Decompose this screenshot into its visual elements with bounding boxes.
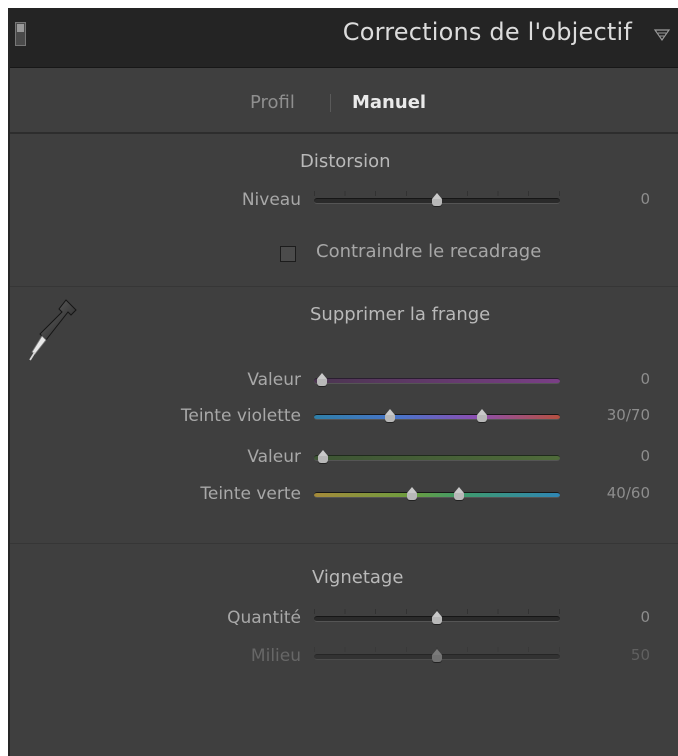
slider-label: Teinte violette <box>180 406 301 426</box>
slider-row-midpoint: Milieu 50 <box>10 646 678 668</box>
slider-thumb-high[interactable] <box>475 409 489 423</box>
slider-row-purple-hue: Teinte violette 30/70 <box>10 406 678 428</box>
panel-title: Corrections de l'objectif <box>342 18 632 46</box>
slider-label: Niveau <box>241 190 301 210</box>
section-divider <box>10 286 678 287</box>
section-title-distortion: Distorsion <box>300 151 391 172</box>
constrain-crop-label: Contraindre le recadrage <box>316 241 542 262</box>
slider-label: Valeur <box>247 447 301 467</box>
slider-row-purple-amount: Valeur 0 <box>10 370 678 392</box>
slider-thumb-low[interactable] <box>405 487 419 501</box>
eyedropper-icon[interactable] <box>26 294 82 364</box>
slider-value[interactable]: 0 <box>640 608 650 626</box>
slider-thumb[interactable] <box>430 649 444 663</box>
slider-thumb-high[interactable] <box>452 487 466 501</box>
tab-manuel[interactable]: Manuel <box>352 92 426 113</box>
slider-thumb[interactable] <box>315 373 329 387</box>
slider-label: Teinte verte <box>200 484 301 504</box>
tab-profil[interactable]: Profil <box>250 92 295 113</box>
constrain-crop-checkbox[interactable] <box>280 246 296 262</box>
slider-value[interactable]: 0 <box>640 447 650 465</box>
slider-thumb[interactable] <box>430 193 444 207</box>
section-title-vignetting: Vignetage <box>312 567 404 588</box>
slider-track[interactable] <box>314 378 560 384</box>
slider-value[interactable]: 40/60 <box>607 484 650 502</box>
slider-row-green-amount: Valeur 0 <box>10 447 678 469</box>
slider-thumb-low[interactable] <box>383 409 397 423</box>
section-title-defringe: Supprimer la frange <box>310 304 491 325</box>
lens-corrections-panel: Corrections de l'objectif Profil Manuel … <box>8 8 678 756</box>
slider-label: Milieu <box>250 646 301 666</box>
slider-thumb[interactable] <box>316 450 330 464</box>
slider-track[interactable] <box>314 414 560 420</box>
slider-track[interactable] <box>314 492 560 498</box>
slider-value[interactable]: 30/70 <box>607 406 650 424</box>
section-divider <box>10 543 678 544</box>
slider-row-green-hue: Teinte verte 40/60 <box>10 484 678 506</box>
mode-tabs: Profil Manuel <box>10 68 678 134</box>
slider-label: Valeur <box>247 370 301 390</box>
slider-label: Quantité <box>227 608 301 628</box>
slider-track[interactable] <box>314 455 560 461</box>
slider-value[interactable]: 0 <box>640 370 650 388</box>
panel-header[interactable]: Corrections de l'objectif <box>10 8 678 68</box>
slider-row-niveau: Niveau 0 <box>10 190 678 212</box>
slider-value[interactable]: 0 <box>640 190 650 208</box>
slider-row-amount: Quantité 0 <box>10 608 678 630</box>
tab-separator <box>330 94 331 112</box>
slider-thumb[interactable] <box>430 611 444 625</box>
triangle-down-icon[interactable] <box>652 25 672 45</box>
slider-value[interactable]: 50 <box>631 646 650 664</box>
panel-collapse-icon[interactable] <box>15 22 26 46</box>
